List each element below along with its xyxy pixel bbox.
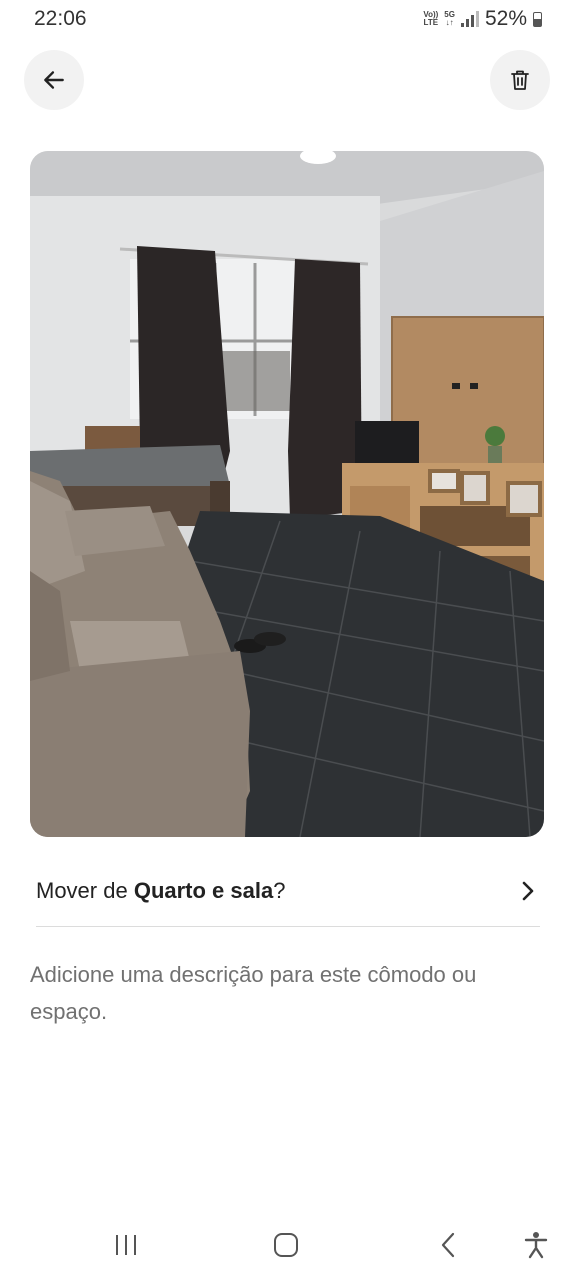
accessibility-button[interactable]	[522, 1230, 550, 1260]
chevron-right-icon	[522, 881, 534, 900]
home-icon	[274, 1233, 298, 1257]
back-icon	[441, 1232, 455, 1258]
home-button[interactable]	[272, 1230, 300, 1260]
network-5g-icon: 5G ↓↑	[444, 10, 455, 27]
room-name: Quarto e sala	[133, 877, 274, 903]
move-room-suffix: ?	[273, 877, 286, 903]
volte-icon: Vo)) LTE	[423, 10, 439, 27]
back-button[interactable]	[24, 50, 84, 110]
description-prompt[interactable]: Adicione uma descrição para este cômodo …	[30, 956, 550, 1030]
status-bar: 22:06 Vo)) LTE 5G ↓↑ 52%	[0, 0, 574, 40]
status-icons: Vo)) LTE 5G ↓↑ 52%	[423, 7, 542, 31]
room-photo-illustration	[30, 151, 544, 837]
delete-button[interactable]	[490, 50, 550, 110]
trash-icon	[511, 70, 529, 90]
move-room-text: Mover de Quarto e sala?	[36, 878, 285, 904]
accessibility-icon	[524, 1232, 548, 1259]
move-room-row[interactable]: Mover de Quarto e sala?	[36, 855, 540, 927]
battery-icon	[533, 11, 542, 27]
recents-button[interactable]	[112, 1230, 140, 1260]
arrow-left-icon	[44, 71, 64, 89]
recents-icon	[116, 1235, 136, 1255]
signal-icon	[460, 11, 479, 27]
status-time: 22:06	[34, 7, 87, 30]
move-room-prefix: Mover de	[36, 877, 134, 903]
battery-percentage: 52%	[484, 7, 527, 30]
system-nav-bar	[0, 1215, 574, 1275]
system-back-button[interactable]	[436, 1230, 460, 1260]
room-photo[interactable]	[30, 151, 544, 837]
